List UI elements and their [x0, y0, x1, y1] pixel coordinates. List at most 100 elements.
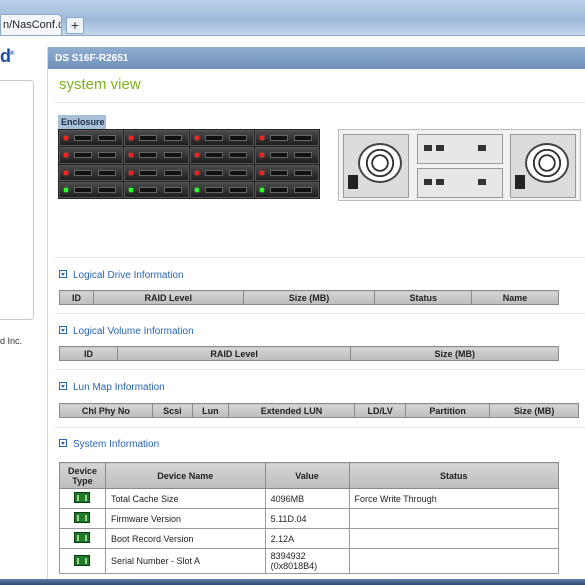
- port-icon: [424, 179, 432, 185]
- tabstrip-divider: [0, 35, 585, 36]
- drive-bay[interactable]: [59, 147, 124, 164]
- drive-bay[interactable]: [254, 164, 319, 181]
- drive-bay[interactable]: [124, 130, 189, 147]
- copyright-text: d Inc.: [0, 336, 23, 346]
- column-header: RAID Level: [116, 346, 352, 361]
- drive-bay[interactable]: [124, 147, 189, 164]
- device-name-cell: Boot Record Version: [104, 528, 266, 549]
- drive-bay[interactable]: [59, 181, 124, 198]
- column-header: Value: [264, 462, 350, 489]
- drive-status-led-icon: [259, 170, 264, 175]
- drive-bay[interactable]: [254, 130, 319, 147]
- drive-handle-icon: [204, 186, 223, 193]
- table-row: Serial Number - Slot A 8394932 (0x8018B4…: [59, 548, 559, 574]
- section-divider: [55, 427, 585, 428]
- os-taskbar: [0, 579, 585, 585]
- status-cell: [348, 548, 559, 574]
- drive-handle-icon: [139, 169, 158, 176]
- drive-status-led-icon: [129, 187, 134, 192]
- port-icon: [424, 145, 432, 151]
- system-info-toggle[interactable]: System Information: [59, 439, 159, 450]
- drive-handle-icon: [74, 152, 92, 159]
- column-header: Status: [374, 290, 473, 305]
- power-supply-right: [510, 134, 576, 198]
- drive-bay[interactable]: [189, 181, 254, 198]
- fan-icon: [525, 143, 569, 183]
- power-supply-left: [343, 134, 409, 198]
- column-header: Size (MB): [489, 403, 579, 418]
- drive-handle-icon: [163, 169, 182, 176]
- power-plug-icon: [348, 175, 358, 189]
- drive-handle-icon: [269, 186, 288, 193]
- drive-handle-icon: [74, 169, 92, 176]
- drive-status-led-icon: [129, 136, 134, 140]
- drive-handle-icon: [204, 152, 223, 159]
- drive-bay[interactable]: [124, 164, 189, 181]
- drive-bay[interactable]: [59, 164, 124, 181]
- column-header: RAID Level: [92, 290, 244, 305]
- power-plug-icon: [515, 175, 525, 189]
- column-header: ID: [59, 290, 94, 305]
- drive-status-led-icon: [259, 153, 264, 158]
- drive-handle-icon: [74, 186, 92, 193]
- port-icon: [478, 145, 486, 151]
- memory-chip-icon: [74, 532, 91, 543]
- memory-chip-icon: [74, 492, 91, 503]
- collapse-icon: [59, 382, 67, 391]
- collapse-icon: [59, 270, 67, 279]
- controller-slot-a: [417, 134, 503, 164]
- drive-status-led-icon: [64, 170, 68, 175]
- new-tab-button[interactable]: +: [66, 17, 84, 34]
- value-cell: 2.12A: [264, 528, 350, 549]
- logical-volume-toggle[interactable]: Logical Volume Information: [59, 326, 194, 337]
- drive-bay[interactable]: [254, 147, 319, 164]
- section-divider: [55, 257, 585, 258]
- drive-handle-icon: [228, 186, 247, 193]
- logical-drive-toggle[interactable]: Logical Drive Information: [59, 270, 184, 281]
- enclosure-tab[interactable]: Enclosure: [58, 115, 106, 129]
- column-header: Device Type: [59, 462, 106, 489]
- column-header: Status: [348, 462, 559, 489]
- drive-bay[interactable]: [189, 147, 254, 164]
- drive-handle-icon: [163, 186, 182, 193]
- drive-bay[interactable]: [189, 164, 254, 181]
- lun-map-toggle[interactable]: Lun Map Information: [59, 382, 165, 393]
- device-name-cell: Total Cache Size: [104, 488, 266, 509]
- drive-handle-icon: [163, 135, 182, 141]
- drive-handle-icon: [269, 152, 288, 159]
- column-header: Scsi: [151, 403, 193, 418]
- value-cell: 5.11D.04: [264, 508, 350, 529]
- drive-bay[interactable]: [254, 181, 319, 198]
- table-row: Total Cache Size 4096MB Force Write Thro…: [59, 488, 559, 509]
- main-panel: DS S16F-R2651 system view Enclosure Logi…: [47, 47, 585, 585]
- column-header: Size (MB): [350, 346, 559, 361]
- title-divider: [55, 102, 585, 103]
- column-header: Size (MB): [242, 290, 376, 305]
- status-cell: [348, 508, 559, 529]
- logical-volume-table: ID RAID Level Size (MB): [59, 346, 559, 361]
- controller-slot-b: [417, 168, 503, 198]
- drive-handle-icon: [204, 169, 223, 176]
- port-icon: [478, 179, 486, 185]
- lun-map-heading: Lun Map Information: [73, 382, 165, 393]
- logical-drive-table: ID RAID Level Size (MB) Status Name: [59, 290, 559, 305]
- drive-handle-icon: [74, 135, 92, 141]
- drive-status-led-icon: [64, 187, 68, 192]
- collapse-icon: [59, 326, 67, 335]
- drive-status-led-icon: [64, 136, 68, 140]
- drive-bay[interactable]: [124, 181, 189, 198]
- drive-handle-icon: [139, 186, 158, 193]
- memory-chip-icon: [74, 554, 91, 566]
- fan-icon: [358, 143, 402, 183]
- drive-bay[interactable]: [59, 130, 124, 147]
- drive-status-led-icon: [259, 187, 264, 192]
- drive-handle-icon: [269, 169, 288, 176]
- value-cell: 8394932 (0x8018B4): [264, 548, 350, 574]
- device-header: DS S16F-R2651: [48, 47, 585, 69]
- drive-bay[interactable]: [189, 130, 254, 147]
- drive-status-led-icon: [64, 153, 68, 158]
- logical-drive-heading: Logical Drive Information: [73, 270, 184, 281]
- browser-tab[interactable]: n/NasConf.cgi: [0, 14, 62, 36]
- drive-status-led-icon: [194, 153, 199, 158]
- device-name-cell: Firmware Version: [104, 508, 266, 529]
